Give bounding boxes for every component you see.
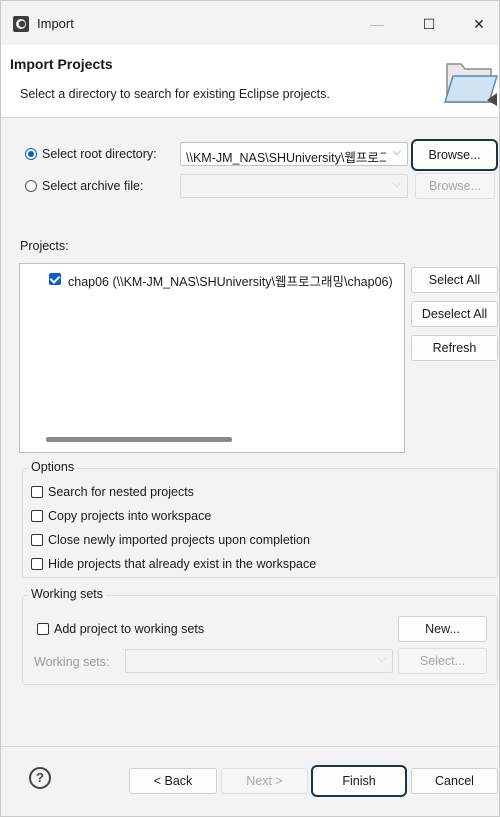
- new-working-set-button[interactable]: New...: [398, 616, 487, 642]
- deselect-all-button[interactable]: Deselect All: [411, 301, 498, 327]
- chevron-down-icon: ⌵: [377, 653, 386, 665]
- hide-existing-checkbox[interactable]: [31, 558, 43, 570]
- projects-list[interactable]: chap06 (\\KM-JM_NAS\SHUniversity\웹프로그래밍\…: [19, 263, 405, 453]
- horizontal-scrollbar[interactable]: [46, 437, 232, 442]
- add-to-working-sets-checkbox[interactable]: [37, 623, 49, 635]
- banner-description: Select a directory to search for existin…: [20, 87, 330, 101]
- footer-separator: [1, 746, 499, 747]
- working-sets-title: Working sets: [28, 587, 107, 601]
- title-bar: Import — ☐ ✕: [1, 1, 499, 45]
- window-title: Import: [37, 16, 74, 31]
- copy-projects-label: Copy projects into workspace: [48, 509, 212, 523]
- root-directory-radio[interactable]: [25, 148, 37, 160]
- chevron-down-icon: ⌵: [392, 146, 401, 158]
- back-button[interactable]: < Back: [129, 768, 217, 794]
- project-checkbox[interactable]: [49, 273, 61, 285]
- folder-icon: [443, 63, 499, 106]
- import-dialog: Import — ☐ ✕ Import Projects Select a di…: [0, 0, 500, 817]
- cancel-button[interactable]: Cancel: [411, 768, 498, 794]
- root-directory-combo[interactable]: \\KM-JM_NAS\SHUniversity\웹프로그래밍 ⌵: [180, 142, 408, 166]
- close-imported-label: Close newly imported projects upon compl…: [48, 533, 310, 547]
- next-button[interactable]: Next >: [221, 768, 308, 794]
- archive-file-combo[interactable]: ⌵: [180, 174, 408, 198]
- working-sets-label: Working sets:: [34, 655, 110, 669]
- refresh-button[interactable]: Refresh: [411, 335, 498, 361]
- root-directory-label: Select root directory:: [42, 147, 157, 161]
- options-title: Options: [28, 460, 78, 474]
- select-all-button[interactable]: Select All: [411, 267, 498, 293]
- close-imported-checkbox[interactable]: [31, 534, 43, 546]
- close-button[interactable]: ✕: [459, 11, 499, 37]
- archive-file-radio[interactable]: [25, 180, 37, 192]
- wizard-banner: Import Projects Select a directory to se…: [1, 45, 499, 118]
- banner-title: Import Projects: [10, 56, 113, 72]
- project-name: chap06 (\\KM-JM_NAS\SHUniversity\웹프로그래밍\…: [68, 275, 393, 289]
- list-item[interactable]: chap06 (\\KM-JM_NAS\SHUniversity\웹프로그래밍\…: [30, 270, 404, 289]
- hide-existing-label: Hide projects that already exist in the …: [48, 557, 317, 571]
- search-nested-label: Search for nested projects: [48, 485, 194, 499]
- browse-root-button[interactable]: Browse...: [411, 139, 498, 171]
- help-icon[interactable]: ?: [29, 767, 51, 789]
- browse-archive-button[interactable]: Browse...: [415, 173, 495, 199]
- search-nested-checkbox[interactable]: [31, 486, 43, 498]
- finish-button[interactable]: Finish: [311, 765, 407, 797]
- archive-file-label: Select archive file:: [42, 179, 144, 193]
- minimize-button[interactable]: —: [357, 11, 397, 37]
- root-directory-value: \\KM-JM_NAS\SHUniversity\웹프로그래밍: [186, 151, 386, 165]
- select-working-sets-button[interactable]: Select...: [398, 648, 487, 674]
- chevron-down-icon: ⌵: [392, 178, 401, 190]
- add-to-working-sets-label: Add project to working sets: [54, 622, 205, 636]
- working-sets-combo[interactable]: ⌵: [125, 649, 393, 673]
- copy-projects-checkbox[interactable]: [31, 510, 43, 522]
- eclipse-app-icon: [13, 16, 29, 32]
- projects-label: Projects:: [20, 239, 69, 253]
- maximize-button[interactable]: ☐: [409, 11, 449, 37]
